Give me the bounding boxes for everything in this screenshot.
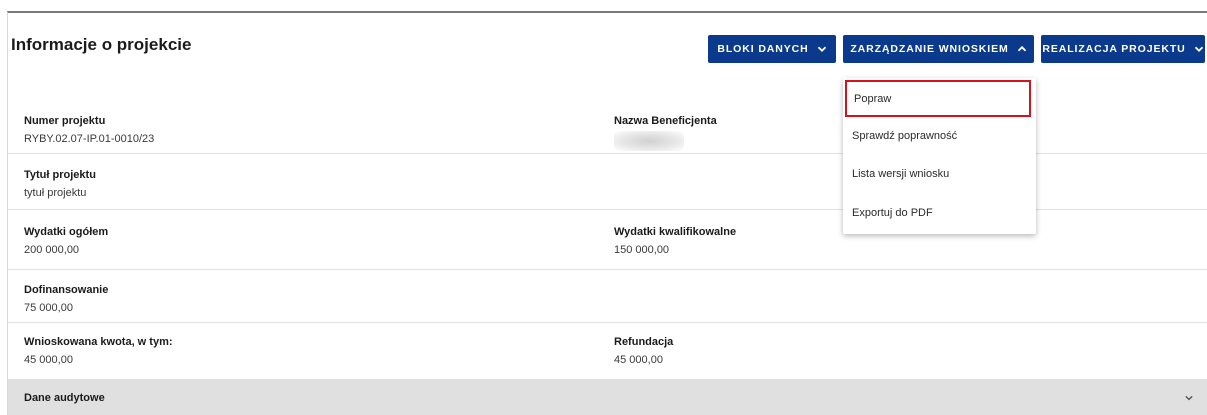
- zarzadzanie-wnioskiem-menu: Popraw Sprawdź poprawność Lista wersji w…: [843, 78, 1036, 234]
- tytul-projektu-label: Tytuł projektu: [24, 169, 96, 181]
- numer-projektu-label: Numer projektu: [24, 115, 106, 127]
- menu-item-lista-wersji-wniosku[interactable]: Lista wersji wniosku: [843, 155, 1036, 192]
- dofinansowanie-label: Dofinansowanie: [24, 284, 109, 296]
- zarzadzanie-wnioskiem-label: ZARZĄDZANIE WNIOSKIEM: [850, 43, 1009, 55]
- row-wnioskowana-refundacja: Wnioskowana kwota, w tym: 45 000,00 Refu…: [8, 323, 1207, 379]
- field-refundacja: Refundacja 45 000,00: [614, 336, 673, 366]
- refundacja-value: 45 000,00: [614, 354, 663, 366]
- menu-item-popraw[interactable]: Popraw: [845, 80, 1031, 117]
- redacted-beneficiary-value: [614, 131, 684, 151]
- field-tytul-projektu: Tytuł projektu tytuł projektu: [24, 169, 96, 199]
- wnioskowana-kwota-label: Wnioskowana kwota, w tym:: [24, 336, 173, 348]
- wnioskowana-kwota-value: 45 000,00: [24, 354, 73, 366]
- chevron-down-icon: [817, 46, 826, 52]
- realizacja-projektu-label: REALIZACJA PROJEKTU: [1042, 43, 1186, 55]
- field-nazwa-beneficjenta: Nazwa Beneficjenta: [614, 115, 717, 151]
- menu-item-sprawdz-poprawnosc[interactable]: Sprawdź poprawność: [843, 117, 1036, 154]
- wydatki-ogolem-label: Wydatki ogółem: [24, 226, 109, 238]
- zarzadzanie-wnioskiem-button[interactable]: ZARZĄDZANIE WNIOSKIEM: [843, 35, 1034, 63]
- dane-audytowe-label: Dane audytowe: [24, 392, 105, 404]
- wydatki-kwalifikowalne-value: 150 000,00: [614, 244, 670, 256]
- field-wydatki-kwalifikowalne: Wydatki kwalifikowalne 150 000,00: [614, 226, 736, 256]
- field-numer-projektu: Numer projektu RYBY.02.07-IP.01-0010/23: [24, 115, 154, 145]
- menu-item-exportuj-do-pdf[interactable]: Exportuj do PDF: [843, 194, 1036, 231]
- bloki-danych-label: BLOKI DANYCH: [717, 43, 809, 55]
- chevron-up-icon: [1017, 45, 1026, 52]
- field-wnioskowana-kwota: Wnioskowana kwota, w tym: 45 000,00: [24, 336, 173, 366]
- project-info-card: Informacje o projekcie BLOKI DANYCH ZARZ…: [7, 11, 1207, 415]
- chevron-down-icon[interactable]: [1184, 393, 1194, 403]
- bloki-danych-button[interactable]: BLOKI DANYCH: [708, 35, 836, 63]
- field-wydatki-ogolem: Wydatki ogółem 200 000,00: [24, 226, 108, 256]
- row-dofinansowanie: Dofinansowanie 75 000,00: [8, 270, 1207, 323]
- wydatki-ogolem-value: 200 000,00: [24, 244, 80, 256]
- tytul-projektu-value: tytuł projektu: [24, 187, 87, 199]
- dane-audytowe-section[interactable]: Dane audytowe: [8, 379, 1207, 415]
- field-dofinansowanie: Dofinansowanie 75 000,00: [24, 284, 108, 314]
- page-title: Informacje o projekcie: [11, 35, 192, 54]
- numer-projektu-value: RYBY.02.07-IP.01-0010/23: [24, 133, 155, 145]
- nazwa-beneficjenta-label: Nazwa Beneficjenta: [614, 115, 717, 127]
- realizacja-projektu-button[interactable]: REALIZACJA PROJEKTU: [1041, 35, 1205, 63]
- refundacja-label: Refundacja: [614, 336, 674, 348]
- wydatki-kwalifikowalne-label: Wydatki kwalifikowalne: [614, 226, 737, 238]
- chevron-down-icon: [1194, 46, 1203, 52]
- dofinansowanie-value: 75 000,00: [24, 302, 73, 314]
